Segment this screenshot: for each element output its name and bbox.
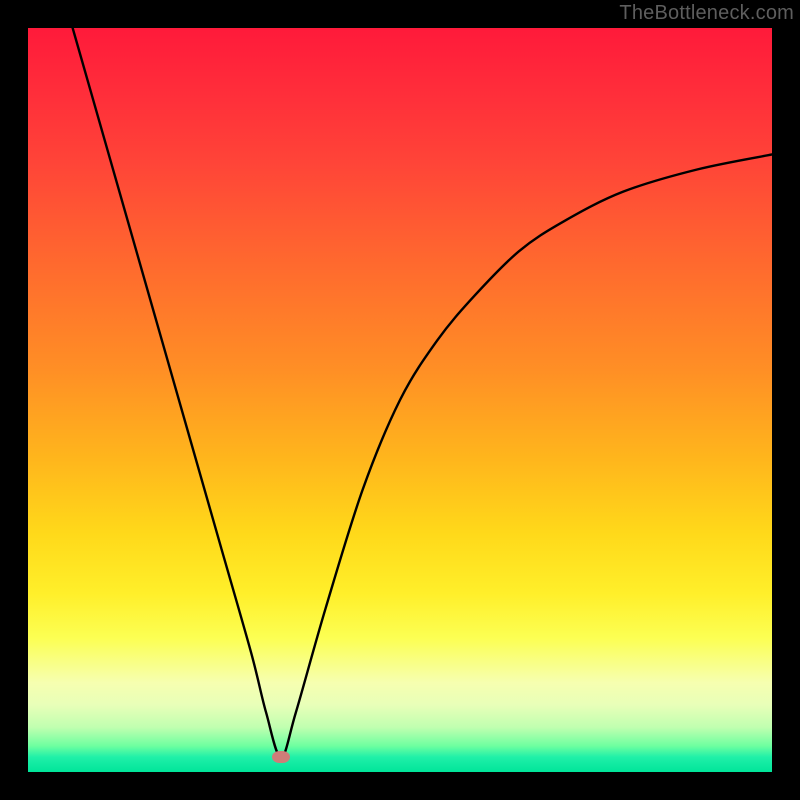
watermark-text: TheBottleneck.com [619,2,794,25]
curve-min-marker [272,751,290,763]
bottleneck-curve [28,28,772,772]
chart-frame: TheBottleneck.com [0,0,800,800]
plot-area [28,28,772,772]
